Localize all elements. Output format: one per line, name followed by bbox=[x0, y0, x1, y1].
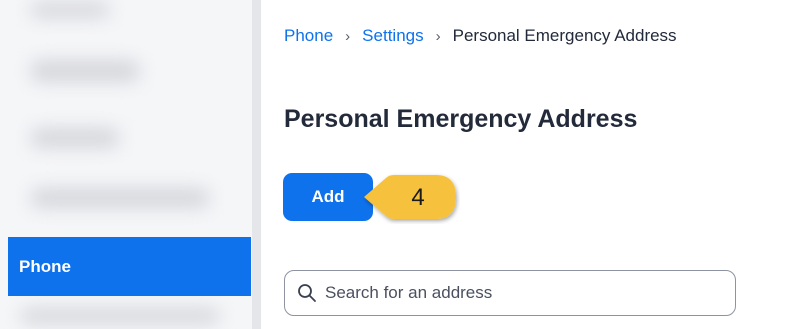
breadcrumb-separator-icon: › bbox=[345, 27, 351, 45]
breadcrumb-link-settings[interactable]: Settings bbox=[362, 26, 423, 46]
callout-arrow-icon: 4 bbox=[364, 175, 456, 219]
step-callout: 4 bbox=[360, 170, 460, 224]
sidebar-item-phone[interactable]: Phone bbox=[8, 237, 251, 296]
sidebar: Phone bbox=[0, 0, 252, 329]
page-title: Personal Emergency Address bbox=[284, 105, 638, 133]
sidebar-item-blurred[interactable] bbox=[30, 2, 110, 18]
search-field[interactable] bbox=[284, 270, 736, 316]
breadcrumb-link-phone[interactable]: Phone bbox=[284, 26, 333, 46]
sidebar-item-label: Phone bbox=[19, 257, 71, 276]
step-number: 4 bbox=[411, 184, 424, 211]
search-input[interactable] bbox=[325, 283, 725, 303]
breadcrumb-current: Personal Emergency Address bbox=[452, 26, 677, 45]
sidebar-item-blurred[interactable] bbox=[30, 60, 140, 82]
breadcrumb: Phone › Settings › Personal Emergency Ad… bbox=[284, 26, 677, 46]
breadcrumb-separator-icon: › bbox=[435, 27, 441, 45]
search-icon bbox=[297, 283, 317, 303]
sidebar-divider bbox=[252, 0, 261, 329]
sidebar-item-blurred[interactable] bbox=[20, 308, 220, 324]
sidebar-item-blurred[interactable] bbox=[30, 128, 120, 148]
sidebar-item-blurred[interactable] bbox=[30, 188, 210, 208]
